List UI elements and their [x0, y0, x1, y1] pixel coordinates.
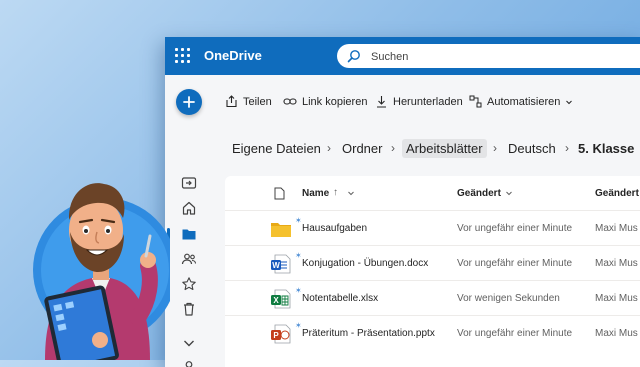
modified-time: Vor wenigen Sekunden [457, 293, 560, 304]
person-icon[interactable] [181, 359, 197, 367]
modified-by: Maxi Mus [595, 293, 638, 304]
chevron-down-icon [566, 100, 573, 104]
automate-icon [469, 95, 482, 108]
copy-link-button[interactable]: Link kopieren [283, 95, 367, 108]
modified-by: Maxi Mus [595, 328, 638, 339]
people-icon[interactable] [181, 251, 197, 267]
breadcrumb-item[interactable]: Ordner [342, 141, 382, 156]
breadcrumb-separator-icon: › [493, 141, 497, 155]
breadcrumb-separator-icon: › [391, 141, 395, 155]
app-title[interactable]: OneDrive [204, 48, 262, 63]
plus-icon [183, 96, 195, 108]
new-item-sparkle-icon: ✶ [295, 216, 302, 225]
share-label: Teilen [243, 95, 272, 108]
table-row[interactable]: ✶ Hausaufgaben Vor ungefähr einer Minute… [225, 210, 640, 246]
list-header: Name ↑ Geändert Geändert [225, 176, 640, 210]
chevron-down-icon[interactable] [347, 189, 355, 197]
file-name[interactable]: Hausaufgaben [302, 223, 367, 234]
teacher-mascot-illustration [33, 183, 170, 360]
copy-link-label: Link kopieren [302, 95, 368, 108]
chevron-down-icon[interactable] [181, 335, 197, 351]
trash-icon[interactable] [181, 301, 197, 317]
file-name[interactable]: Konjugation - Übungen.docx [302, 258, 428, 269]
svg-text:W: W [272, 261, 280, 270]
breadcrumb-item[interactable]: Eigene Dateien [232, 141, 321, 156]
modified-by: Maxi Mus [595, 258, 638, 269]
link-icon [283, 98, 297, 105]
modified-time: Vor ungefähr einer Minute [457, 223, 573, 234]
table-row[interactable]: P ✶ Präteritum - Präsentation.pptx Vor u… [225, 315, 640, 351]
modified-time: Vor ungefähr einer Minute [457, 258, 573, 269]
share-button[interactable]: Teilen [225, 95, 272, 108]
column-header-name[interactable]: Name [302, 188, 329, 199]
search-input[interactable] [369, 47, 633, 67]
automate-button[interactable]: Automatisieren [469, 95, 573, 108]
column-header-modified[interactable]: Geändert [457, 188, 501, 199]
file-name[interactable]: Notentabelle.xlsx [302, 293, 378, 304]
search-icon [347, 50, 360, 63]
column-header-modified-by[interactable]: Geändert [595, 188, 639, 199]
search-box[interactable] [337, 44, 640, 68]
download-button[interactable]: Herunterladen [375, 95, 463, 108]
sort-ascending-icon[interactable]: ↑ [333, 187, 338, 198]
top-bar: OneDrive [165, 37, 640, 75]
breadcrumb-separator-icon: › [327, 141, 331, 155]
word-icon: W [271, 254, 291, 274]
folder-icon[interactable] [181, 226, 197, 242]
table-row[interactable]: X ✶ Notentabelle.xlsx Vor wenigen Sekund… [225, 280, 640, 316]
modified-time: Vor ungefähr einer Minute [457, 328, 573, 339]
switch-icon[interactable] [181, 175, 197, 191]
breadcrumb-separator-icon: › [565, 141, 569, 155]
file-type-icon[interactable] [274, 187, 285, 200]
file-list: Name ↑ Geändert Geändert ✶ Hausaufgaben … [225, 176, 640, 367]
excel-icon: X [271, 289, 291, 309]
new-item-sparkle-icon: ✶ [295, 286, 302, 295]
powerpoint-icon: P [271, 324, 291, 344]
download-label: Herunterladen [393, 95, 463, 108]
share-icon [226, 95, 237, 108]
new-item-sparkle-icon: ✶ [295, 251, 302, 260]
new-item-sparkle-icon: ✶ [295, 321, 302, 330]
breadcrumb-current: 5. Klasse [578, 141, 635, 156]
create-new-button[interactable] [176, 89, 202, 115]
svg-text:P: P [273, 331, 279, 340]
star-icon[interactable] [181, 276, 197, 292]
chevron-down-icon[interactable] [505, 189, 513, 197]
breadcrumb-item[interactable]: Arbeitsblätter [402, 139, 487, 158]
onedrive-window: OneDrive Suchen Teilen Link kopieren Her… [165, 37, 640, 367]
folder-icon [271, 223, 291, 237]
app-launcher-icon[interactable] [175, 48, 191, 64]
home-icon[interactable] [181, 200, 197, 216]
table-row[interactable]: W ✶ Konjugation - Übungen.docx Vor ungef… [225, 245, 640, 281]
automate-label: Automatisieren [487, 95, 561, 108]
breadcrumb-item[interactable]: Deutsch [508, 141, 556, 156]
svg-text:X: X [273, 296, 279, 305]
modified-by: Maxi Mus [595, 223, 638, 234]
file-name[interactable]: Präteritum - Präsentation.pptx [302, 328, 435, 339]
download-icon [377, 96, 386, 108]
left-rail [165, 75, 211, 367]
